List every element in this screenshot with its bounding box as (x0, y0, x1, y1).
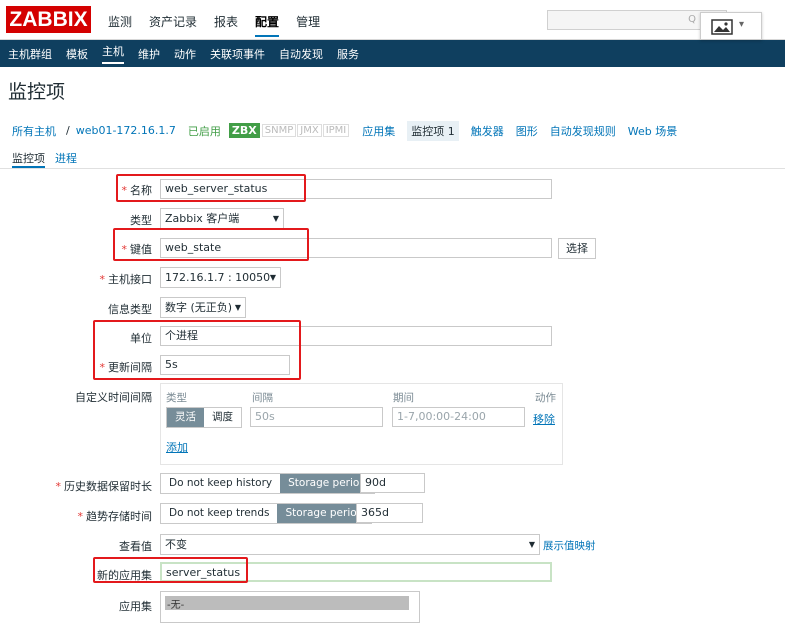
chevron-down-icon: ▼ (234, 303, 241, 312)
host-status-enabled[interactable]: 已启用 (188, 123, 221, 139)
tab-preprocessing[interactable]: 进程 (55, 145, 77, 168)
submenu-discovery[interactable]: 自动发现 (279, 46, 323, 62)
applications-option-none[interactable]: -无- (165, 596, 409, 611)
highlight-box-key (113, 228, 309, 261)
scheduling-option[interactable]: 调度 (204, 408, 241, 427)
menu-inventory[interactable]: 资产记录 (149, 13, 197, 37)
menu-reports[interactable]: 报表 (214, 13, 238, 37)
submenu-actions[interactable]: 动作 (174, 46, 196, 62)
show-value-label: 查看值 (119, 540, 152, 553)
zabbix-logo[interactable]: ZABBIX (6, 6, 91, 33)
tab-item[interactable]: 监控项 (12, 145, 45, 168)
menu-configuration[interactable]: 配置 (255, 13, 280, 37)
tab-items[interactable]: 监控项 1 (407, 120, 459, 141)
page-title: 监控项 (8, 82, 66, 103)
submenu-services[interactable]: 服务 (337, 46, 359, 62)
tab-web-scenarios[interactable]: Web 场景 (628, 123, 677, 139)
image-icon (711, 19, 733, 35)
tab-triggers[interactable]: 触发器 (471, 123, 504, 139)
breadcrumb-separator: / (66, 124, 70, 137)
snmp-availability-badge: SNMP (261, 124, 297, 137)
ipmi-availability-badge: IPMI (322, 124, 350, 137)
interface-label: * 主机接口 (99, 273, 153, 286)
custom-intervals-label: 自定义时间间隔 (75, 391, 152, 404)
breadcrumb: 所有主机 / web01-172.16.1.7 已启用 ZBX SNMP JMX… (0, 116, 785, 145)
type-select[interactable]: Zabbix 客户端 ▼ (160, 208, 284, 229)
info-type-label: 信息类型 (108, 303, 152, 316)
chevron-down-icon[interactable]: ▾ (739, 19, 744, 30)
tab-applications[interactable]: 应用集 (362, 123, 395, 139)
required-mark: * (99, 273, 106, 286)
trends-label: * 趋势存储时间 (77, 510, 153, 523)
submenu-maintenance[interactable]: 维护 (138, 46, 160, 62)
top-menu: 监测 资产记录 报表 配置 管理 (108, 13, 337, 37)
history-label: * 历史数据保留时长 (55, 480, 153, 493)
sub-menu: 主机群组 模板 主机 维护 动作 关联项事件 自动发现 服务 (0, 40, 785, 67)
tab-graphs[interactable]: 图形 (516, 123, 538, 139)
menu-administration[interactable]: 管理 (296, 13, 320, 37)
breadcrumb-host[interactable]: web01-172.16.1.7 (76, 124, 176, 137)
trends-period-field[interactable]: 365d (356, 503, 423, 523)
info-type-select[interactable]: 数字 (无正负) ▼ (160, 297, 246, 318)
custom-interval-field[interactable]: 50s (250, 407, 383, 427)
col-type-header: 类型 (166, 392, 187, 404)
submenu-hostgroups[interactable]: 主机群组 (8, 46, 52, 62)
show-value-mapping-link[interactable]: 展示值映射 (543, 538, 596, 553)
jmx-availability-badge: JMX (297, 124, 322, 137)
add-interval-link[interactable]: 添加 (166, 439, 188, 455)
required-mark: * (77, 510, 84, 523)
type-label: 类型 (130, 214, 152, 227)
highlight-box-name (116, 174, 306, 202)
submenu-templates[interactable]: 模板 (66, 46, 88, 62)
history-period-field[interactable]: 90d (360, 473, 425, 493)
applications-listbox[interactable]: -无- (160, 591, 420, 623)
highlight-box-new-application (93, 557, 248, 583)
custom-intervals-table: 类型 间隔 期间 动作 灵活 调度 50s 1-7,00:00-24:00 移除… (160, 383, 563, 465)
chevron-down-icon: ▼ (528, 540, 535, 549)
key-select-button[interactable]: 选择 (558, 238, 596, 259)
interval-type-toggle: 灵活 调度 (166, 407, 242, 428)
show-value-select[interactable]: 不变 ▼ (160, 534, 540, 555)
zbx-availability-badge: ZBX (228, 123, 260, 138)
tab-discovery-rules[interactable]: 自动发现规则 (550, 123, 616, 139)
chevron-down-icon: ▼ (272, 214, 279, 223)
submenu-correlation[interactable]: 关联项事件 (210, 46, 265, 62)
col-action-header: 动作 (535, 392, 556, 404)
menu-monitoring[interactable]: 监测 (108, 13, 132, 37)
search-icon[interactable]: Q (688, 14, 696, 25)
form-tabs: 监控项 进程 (0, 145, 785, 169)
col-interval-header: 间隔 (252, 392, 273, 404)
highlight-box-units-interval (93, 320, 301, 380)
chevron-down-icon: ▼ (269, 273, 276, 282)
trends-mode-toggle: Do not keep trends Storage period (160, 503, 373, 524)
submenu-hosts[interactable]: 主机 (102, 43, 124, 64)
trends-no-keep-option[interactable]: Do not keep trends (161, 504, 278, 523)
history-mode-toggle: Do not keep history Storage period (160, 473, 375, 494)
image-toolbar-popup[interactable]: ▾ (700, 12, 762, 40)
col-period-header: 期间 (393, 392, 414, 404)
breadcrumb-all-hosts[interactable]: 所有主机 (12, 123, 56, 139)
applications-label: 应用集 (119, 600, 152, 613)
required-mark: * (55, 480, 62, 493)
history-no-keep-option[interactable]: Do not keep history (161, 474, 281, 493)
remove-interval-link[interactable]: 移除 (533, 411, 555, 427)
flexible-option[interactable]: 灵活 (167, 408, 204, 427)
custom-period-field[interactable]: 1-7,00:00-24:00 (392, 407, 525, 427)
top-bar: ZABBIX 监测 资产记录 报表 配置 管理 Q ▾ (0, 0, 785, 40)
interface-select[interactable]: 172.16.1.7 : 10050 ▼ (160, 267, 281, 288)
